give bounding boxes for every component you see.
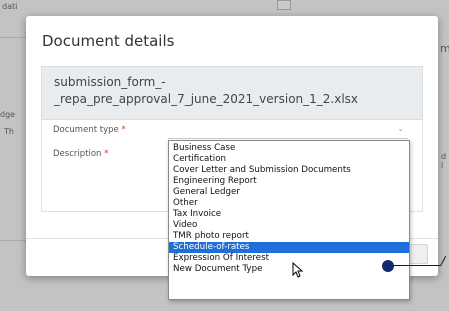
dropdown-option[interactable]: General Ledger [169, 187, 409, 198]
background-icon [277, 0, 291, 10]
background-text: Th [4, 127, 14, 136]
background-text: dge [0, 110, 16, 119]
dropdown-option[interactable]: Expression Of Interest [169, 253, 409, 264]
file-name: submission_form_- _repa_pre_approval_7_j… [54, 74, 414, 108]
chevron-down-icon: ⌄ [397, 124, 404, 133]
dropdown-option[interactable]: Tax Invoice [169, 209, 409, 220]
dropdown-option[interactable]: Business Case [169, 143, 409, 154]
dropdown-option-selected[interactable]: Schedule-of-rates [169, 242, 409, 253]
document-type-dropdown[interactable]: Business Case Certification Cover Letter… [168, 140, 410, 300]
dropdown-option[interactable]: Certification [169, 154, 409, 165]
footer-button[interactable] [408, 244, 428, 264]
description-label-text: Description [53, 149, 102, 159]
background-text: m [440, 42, 449, 55]
annotation-pointer-line [393, 265, 441, 267]
dropdown-option[interactable]: Cover Letter and Submission Documents [169, 165, 409, 176]
document-type-label: Document type * [53, 125, 126, 135]
dropdown-option[interactable]: Video [169, 220, 409, 231]
file-name-line-1: submission_form_- [54, 75, 166, 89]
document-type-label-text: Document type [53, 125, 119, 135]
required-marker: * [121, 125, 126, 135]
background-text: dati [2, 2, 18, 11]
modal-title: Document details [42, 32, 175, 50]
dropdown-option[interactable]: TMR photo report [169, 231, 409, 242]
required-marker: * [104, 149, 109, 159]
description-label: Description * [53, 149, 108, 159]
document-type-select[interactable]: ⌄ [168, 124, 408, 139]
dropdown-option[interactable]: New Document Type [169, 264, 409, 275]
background-divider [0, 240, 26, 241]
file-name-line-2: _repa_pre_approval_7_june_2021_version_1… [54, 92, 359, 106]
background-text: d l [441, 152, 447, 170]
background-divider [0, 37, 26, 38]
mouse-pointer-icon [292, 262, 304, 278]
dropdown-option[interactable]: Engineering Report [169, 176, 409, 187]
file-name-panel: submission_form_- _repa_pre_approval_7_j… [41, 66, 423, 120]
dropdown-option[interactable]: Other [169, 198, 409, 209]
